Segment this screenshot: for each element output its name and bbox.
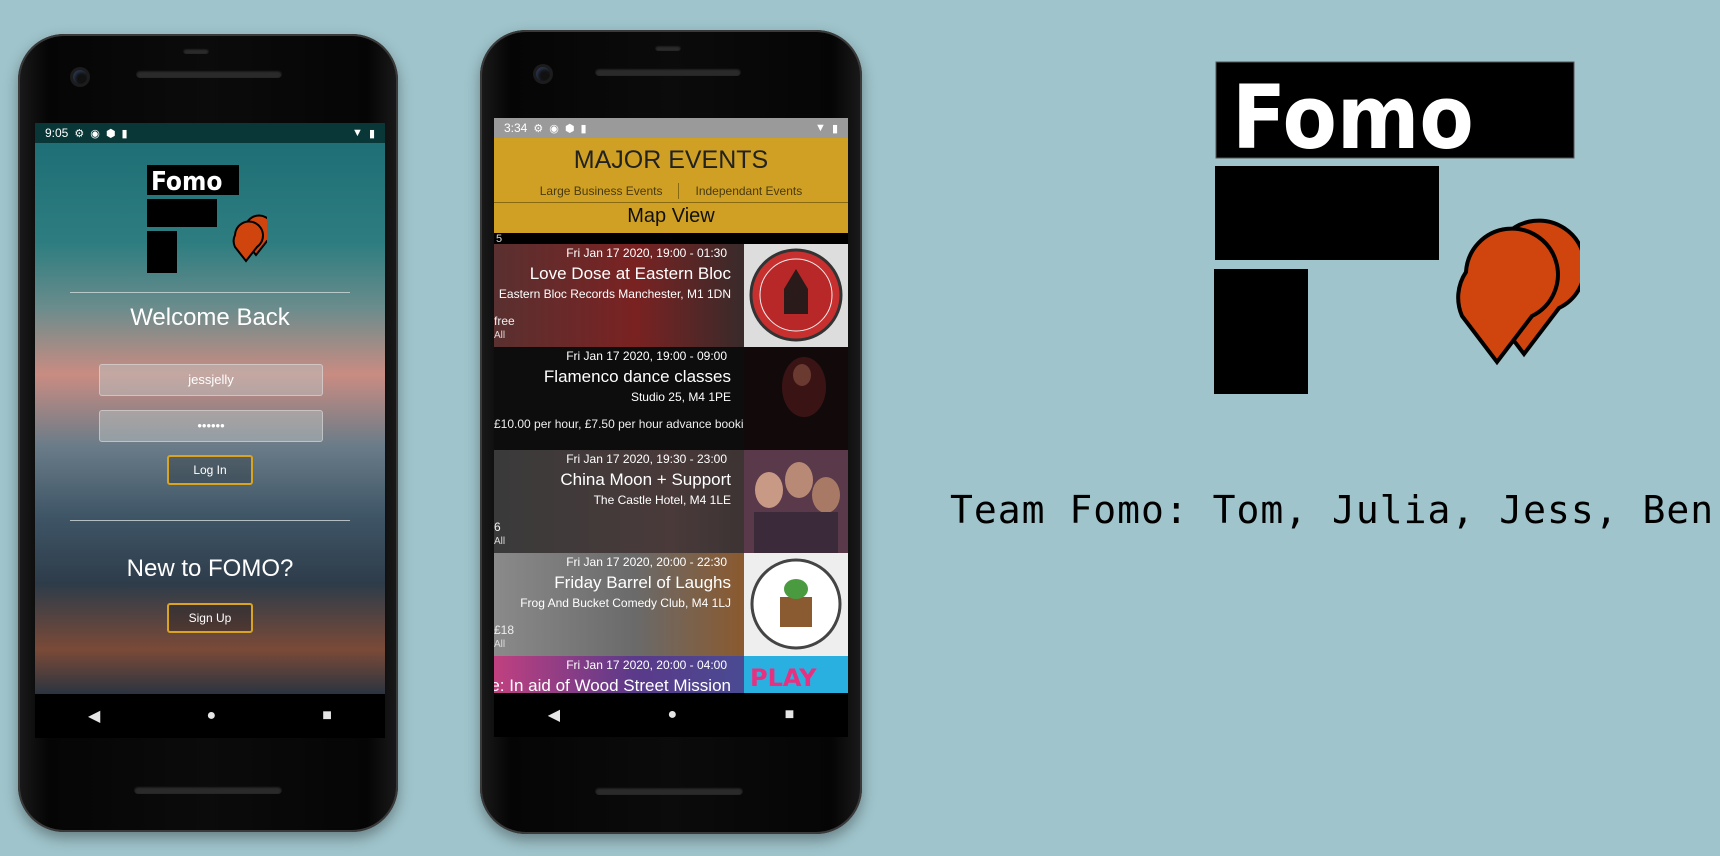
login-button[interactable]: Log In [167,455,253,485]
bottom-speaker [134,786,282,794]
events-header: MAJOR EVENTS Large Business Events Indep… [494,138,848,233]
login-phone: 9:05 ⚙ ◉ ⬢ ▮ ▼ ▮ Fomo Welcome Back jessje… [18,34,398,832]
event-venue: Studio 25, M4 1PE [630,390,731,404]
event-name: Love Dose at Eastern Bloc [529,264,731,283]
back-icon[interactable]: ◀ [88,706,100,726]
status-time: 3:34 [504,121,528,135]
recents-icon[interactable]: ■ [322,707,332,725]
front-camera [73,70,87,84]
logo-large-text: Fomo [1232,66,1474,169]
event-card[interactable]: Fri Jan 17 2020, 20:00 - 22:30 Friday Ba… [494,553,848,656]
welcome-heading: Welcome Back [130,304,290,331]
svg-text:PLAY: PLAY [750,664,817,692]
tab-large-business-events[interactable]: Large Business Events [524,180,679,202]
event-name: Friday Barrel of Laughs [554,573,731,592]
event-venue: Frog And Bucket Comedy Club, M4 1LJ [520,596,731,610]
recents-icon[interactable]: ■ [785,706,795,724]
events-title: MAJOR EVENTS [573,146,769,174]
header-divider [494,202,848,203]
china-moon-image [744,450,848,553]
fomo-logo-large: Fomo [1214,61,1580,394]
app-status-icon: ◉ [90,127,100,140]
password-field[interactable]: •••••• [99,410,323,442]
battery-icon: ▮ [368,127,375,140]
event-price: £18 [494,623,515,637]
event-category: All [494,639,506,650]
top-speaker [136,70,282,78]
event-card[interactable]: Fri Jan 17 2020, 19:30 - 23:00 China Moo… [494,450,848,553]
top-speaker [595,68,741,76]
barrel-of-laughs-image [744,553,848,656]
status-time: 9:05 [45,126,69,140]
shield-status-icon: ⬢ [105,127,116,140]
events-tabs: Large Business Events Independant Events [494,180,848,202]
team-credits: Team Fomo: Tom, Julia, Jess, Ben [950,488,1715,532]
event-card[interactable]: Fri Jan 17 2020, 20:00 - 04:00 Playtime:… [494,656,848,693]
fomo-logo-small: Fomo [147,165,267,273]
event-category: All [494,536,506,547]
divider-top [70,292,350,293]
login-screen: 9:05 ⚙ ◉ ⬢ ▮ ▼ ▮ Fomo Welcome Back jessje… [35,123,385,738]
sensor [183,48,209,54]
status-bar: 9:05 ⚙ ◉ ⬢ ▮ ▼ ▮ [35,123,385,143]
event-name: Playtime: In aid of Wood Street Mission [494,676,731,693]
event-price: 6 [494,520,501,534]
events-list: Fri Jan 17 2020, 19:00 - 01:30 Love Dose… [494,244,848,693]
wifi-icon: ▼ [352,127,363,139]
event-price: £10.00 per hour, £7.50 per hour advance … [494,417,763,431]
eastern-bloc-image [744,244,848,347]
playtime-image: PLAY TIME [744,656,848,693]
events-screen: 3:34 ⚙ ◉ ⬢ ▮ ▼ ▮ MAJOR EVENTS Large Busin… [494,118,848,737]
divider-bottom [70,520,350,521]
event-date: Fri Jan 17 2020, 19:00 - 09:00 [566,349,727,363]
event-name: China Moon + Support [560,470,731,489]
event-card[interactable]: Fri Jan 17 2020, 19:00 - 01:30 Love Dose… [494,244,848,347]
back-icon[interactable]: ◀ [548,705,560,725]
wifi-icon: ▼ [815,122,826,134]
shield-status-icon: ⬢ [564,122,575,135]
new-to-fomo-heading: New to FOMO? [126,555,294,582]
event-category: All [494,330,506,341]
app-status-icon: ◉ [549,122,559,135]
event-venue: The Castle Hotel, M4 1LE [593,493,731,507]
signup-button[interactable]: Sign Up [167,603,253,633]
sd-card-icon: ▮ [121,127,128,140]
sd-card-icon: ▮ [580,122,587,135]
event-card[interactable]: Fri Jan 17 2020, 19:00 - 09:00 Flamenco … [494,347,848,450]
android-nav-bar: ◀ ● ■ [35,694,385,738]
event-date: Fri Jan 17 2020, 19:30 - 23:00 [566,452,727,466]
battery-icon: ▮ [831,122,838,135]
logo-small-text: Fomo [151,167,222,197]
home-icon[interactable]: ● [206,707,216,725]
map-view-button[interactable]: Map View [494,205,848,228]
event-price: free [494,314,515,328]
settings-status-icon: ⚙ [533,122,544,135]
events-phone: 3:34 ⚙ ◉ ⬢ ▮ ▼ ▮ MAJOR EVENTS Large Busin… [480,30,862,834]
home-icon[interactable]: ● [667,706,677,724]
event-venue: Eastern Bloc Records Manchester, M1 1DN [498,287,731,301]
bottom-speaker [595,787,743,795]
tab-independant-events[interactable]: Independant Events [679,180,818,202]
event-name: Flamenco dance classes [543,367,731,386]
front-camera [536,67,550,81]
event-date: Fri Jan 17 2020, 19:00 - 01:30 [566,246,727,260]
flamenco-image [744,347,848,450]
event-date: Fri Jan 17 2020, 20:00 - 04:00 [566,658,727,672]
android-nav-bar: ◀ ● ■ [494,693,848,737]
username-field[interactable]: jessjelly [99,364,323,396]
event-date: Fri Jan 17 2020, 20:00 - 22:30 [566,555,727,569]
status-bar: 3:34 ⚙ ◉ ⬢ ▮ ▼ ▮ [494,118,848,138]
settings-status-icon: ⚙ [74,127,85,140]
sensor [655,45,681,51]
